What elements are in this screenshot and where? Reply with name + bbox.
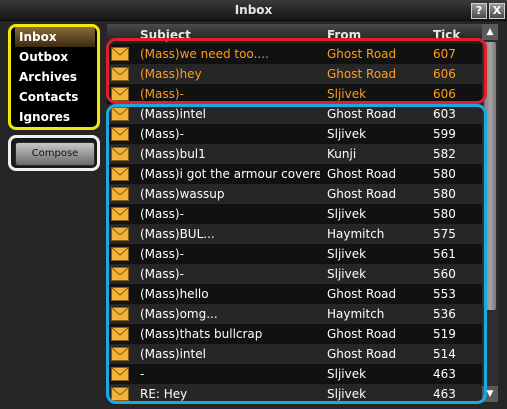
nav-item-ignores[interactable]: Ignores — [15, 107, 95, 127]
compose-area: Compose — [8, 135, 100, 171]
read-messages-highlight — [106, 104, 487, 404]
title-bar[interactable]: Inbox ? X — [0, 0, 507, 21]
inbox-window: Inbox ? X Inbox Outbox Archives Contacts… — [0, 0, 507, 409]
nav-item-archives[interactable]: Archives — [15, 67, 95, 87]
close-button[interactable]: X — [489, 3, 505, 19]
nav-item-inbox[interactable]: Inbox — [15, 27, 95, 47]
arrow-up-icon[interactable]: ▲ — [482, 24, 498, 40]
nav-item-contacts[interactable]: Contacts — [15, 87, 95, 107]
compose-button[interactable]: Compose — [15, 142, 95, 166]
window-title: Inbox — [234, 3, 273, 17]
unread-messages-highlight — [106, 38, 487, 104]
help-button[interactable]: ? — [471, 3, 487, 19]
folder-nav: Inbox Outbox Archives Contacts Ignores — [8, 24, 100, 130]
nav-item-outbox[interactable]: Outbox — [15, 47, 95, 67]
